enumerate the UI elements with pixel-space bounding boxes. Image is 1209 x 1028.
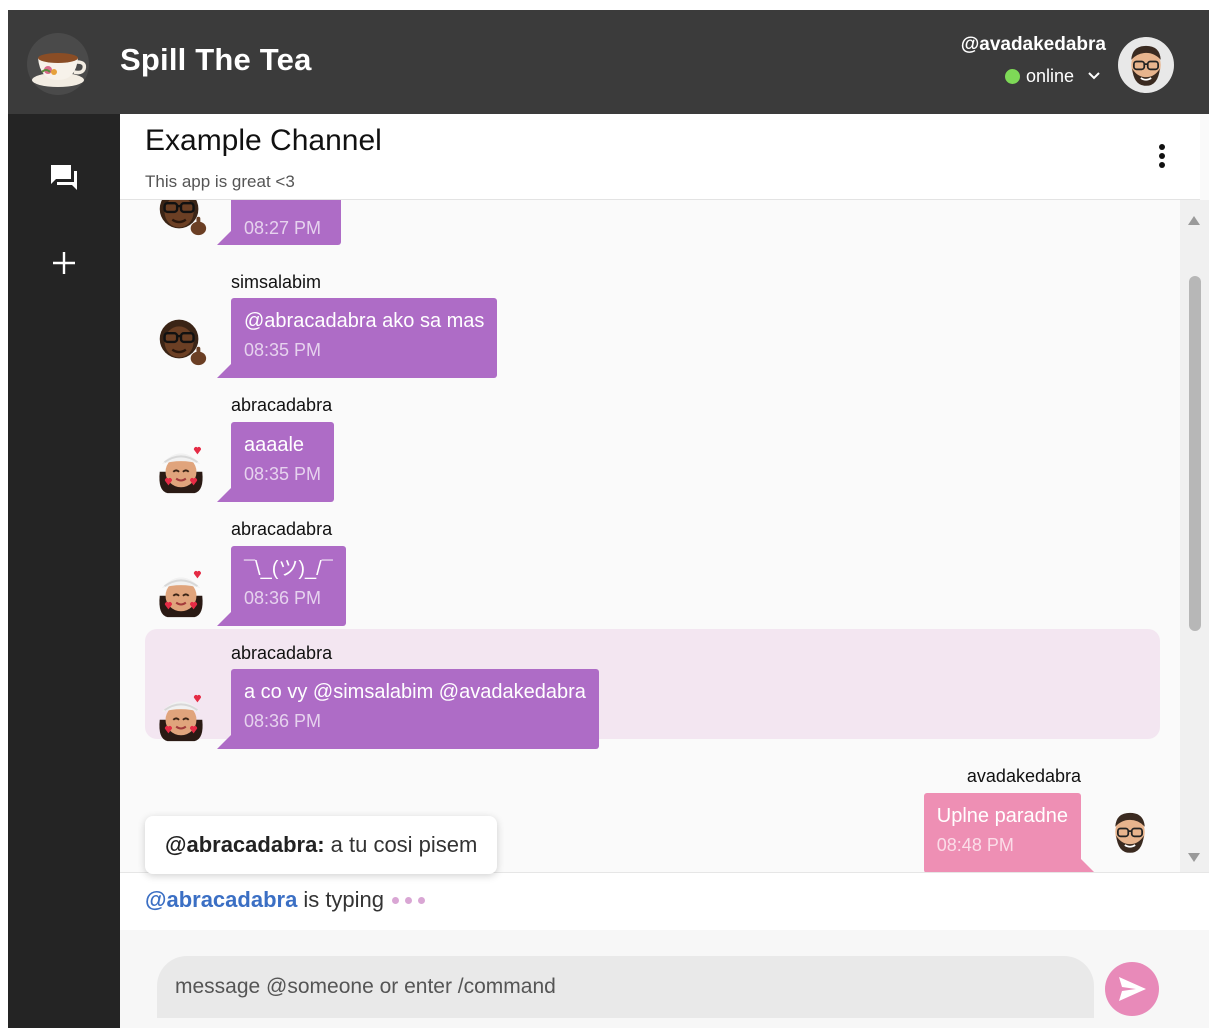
kebab-menu-dot — [1159, 153, 1165, 159]
typing-text: is typing — [303, 887, 385, 912]
status-dropdown[interactable]: online — [1004, 64, 1102, 88]
message-time: 08:27 PM — [244, 218, 322, 238]
user-avatar[interactable] — [1118, 37, 1174, 93]
chat-bubbles-icon — [51, 165, 77, 190]
message-time: 08:35 PM — [244, 464, 322, 484]
app-title: Spill The Tea — [120, 42, 312, 77]
kebab-menu-dot — [1159, 162, 1165, 168]
message-bubble[interactable]: 08:27 PM — [231, 200, 341, 245]
simsalabim-avatar-icon — [158, 200, 208, 237]
message-author: abracadabra — [231, 395, 333, 415]
reply-preview[interactable]: @abracadabra: a tu cosi pisem — [145, 816, 498, 874]
bubble-tail — [217, 612, 231, 626]
plus-icon — [53, 252, 75, 274]
channel-subtitle: This app is great <3 — [145, 172, 295, 191]
message-time: 08:35 PM — [244, 340, 322, 360]
reply-text: a tu cosi pisem — [330, 832, 478, 857]
teacup-logo-icon — [27, 33, 89, 95]
send-icon — [1119, 977, 1146, 1001]
chevron-down-icon — [1088, 72, 1100, 80]
message-text: Uplne paradne — [936, 805, 1068, 827]
message-time: 08:36 PM — [244, 711, 322, 731]
status-label: online — [1025, 65, 1074, 86]
message-scrollbar[interactable] — [1180, 200, 1209, 872]
message-text: a co vy @simsalabim @avadakedabra — [244, 681, 586, 703]
message-author: avadakedabra — [966, 766, 1081, 786]
message-bubble[interactable]: @abracadabra ako sa mas 08:35 PM — [231, 298, 498, 378]
bubble-tail — [217, 735, 231, 749]
scroll-up-arrow-icon[interactable] — [1188, 216, 1200, 225]
simsalabim-avatar-icon — [158, 318, 208, 367]
online-status-dot — [1004, 68, 1020, 84]
message-time: 08:48 PM — [936, 835, 1014, 855]
message-list[interactable]: 08:27 PM simsalabim @abracadabra ako sa … — [120, 200, 1180, 872]
abracadabra-avatar-icon — [158, 694, 204, 743]
avadakedabra-avatar-icon — [1130, 45, 1162, 87]
composer — [120, 930, 1209, 1028]
channel-header: Example Channel This app is great <3 — [120, 114, 1200, 200]
message-input[interactable] — [157, 956, 1094, 1018]
message-text: ¯\_(ツ)_/¯ — [244, 558, 333, 580]
channel-menu-button[interactable] — [1152, 140, 1172, 172]
kebab-menu-icon — [1159, 144, 1165, 150]
message-author: abracadabra — [231, 519, 333, 539]
message-bubble[interactable]: ¯\_(ツ)_/¯ 08:36 PM — [231, 546, 346, 626]
message-author: abracadabra — [231, 643, 333, 663]
scroll-down-arrow-icon[interactable] — [1188, 853, 1200, 862]
send-button[interactable] — [1105, 962, 1159, 1016]
sidebar — [8, 114, 120, 1028]
app-window: Spill The Tea @avadakedabra online Examp… — [8, 10, 1209, 1028]
abracadabra-avatar-icon — [158, 446, 204, 495]
reply-mention: @abracadabra: — [165, 832, 325, 857]
message-time: 08:36 PM — [244, 588, 322, 608]
typing-indicator: @abracadabra is typing — [145, 887, 426, 913]
bubble-tail — [217, 364, 231, 378]
typing-dots-icon — [392, 896, 426, 904]
top-bar: Spill The Tea @avadakedabra online — [8, 10, 1209, 114]
bubble-tail — [1081, 859, 1095, 872]
bubble-tail — [217, 488, 231, 502]
current-username: @avadakedabra — [960, 34, 1106, 55]
avadakedabra-avatar-icon — [1114, 812, 1146, 854]
message-text: @abracadabra ako sa mas — [244, 310, 485, 332]
typing-user: @abracadabra — [145, 887, 298, 912]
message-text: aaaale — [244, 434, 305, 456]
message-author: simsalabim — [231, 272, 322, 292]
bubble-tail — [217, 231, 231, 245]
abracadabra-avatar-icon — [158, 570, 204, 619]
sidebar-add-button[interactable] — [41, 240, 87, 286]
own-message-bubble[interactable]: Uplne paradne 08:48 PM — [923, 793, 1081, 872]
message-bubble[interactable]: aaaale 08:35 PM — [231, 422, 335, 502]
channel-title: Example Channel — [145, 124, 382, 157]
scrollbar-thumb[interactable] — [1189, 276, 1201, 631]
sidebar-chats-button[interactable] — [41, 154, 87, 200]
message-bubble[interactable]: a co vy @simsalabim @avadakedabra 08:36 … — [231, 669, 599, 749]
typing-indicator-bar: @abracadabra is typing — [120, 872, 1209, 930]
